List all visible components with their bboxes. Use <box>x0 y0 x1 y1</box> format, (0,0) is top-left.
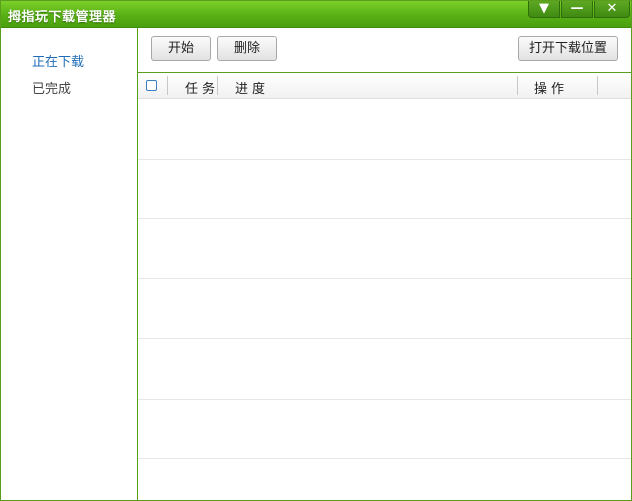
column-divider[interactable] <box>167 76 168 95</box>
select-all-checkbox[interactable] <box>146 80 157 91</box>
sidebar-item-completed[interactable]: 已完成 <box>32 78 71 97</box>
close-icon: ✕ <box>606 1 618 16</box>
column-header-progress[interactable]: 进度 <box>235 78 269 97</box>
table-row <box>138 339 631 400</box>
minimize-button[interactable]: — <box>561 1 593 18</box>
window-title: 拇指玩下载管理器 <box>8 10 117 25</box>
table-row <box>138 219 631 279</box>
app-window: 拇指玩下载管理器 ▼ — ✕ 正在下载 已完成 开始 删除 打开下载位置 任务 … <box>0 0 632 501</box>
column-divider[interactable] <box>517 76 518 95</box>
chevron-down-icon: ▼ <box>539 1 549 16</box>
table-row <box>138 99 631 160</box>
table-row <box>138 400 631 459</box>
toolbar: 开始 删除 打开下载位置 <box>138 28 631 73</box>
title-bar[interactable]: 拇指玩下载管理器 ▼ — ✕ <box>1 1 631 28</box>
sidebar-item-downloading[interactable]: 正在下载 <box>32 51 84 70</box>
column-header-action[interactable]: 操作 <box>534 78 568 97</box>
delete-button[interactable]: 删除 <box>217 36 277 61</box>
table-header: 任务 进度 操作 <box>138 73 631 99</box>
start-button[interactable]: 开始 <box>151 36 211 61</box>
menu-dropdown-button[interactable]: ▼ <box>528 1 560 18</box>
column-header-task[interactable]: 任务 <box>185 78 219 97</box>
column-divider[interactable] <box>597 76 598 95</box>
open-download-folder-button[interactable]: 打开下载位置 <box>518 36 618 61</box>
table-row <box>138 279 631 339</box>
close-button[interactable]: ✕ <box>594 1 630 18</box>
column-divider[interactable] <box>217 76 218 95</box>
minimize-icon: — <box>570 1 584 16</box>
main-panel: 开始 删除 打开下载位置 任务 进度 操作 <box>138 28 631 500</box>
table-row <box>138 160 631 219</box>
sidebar: 正在下载 已完成 <box>1 28 138 500</box>
